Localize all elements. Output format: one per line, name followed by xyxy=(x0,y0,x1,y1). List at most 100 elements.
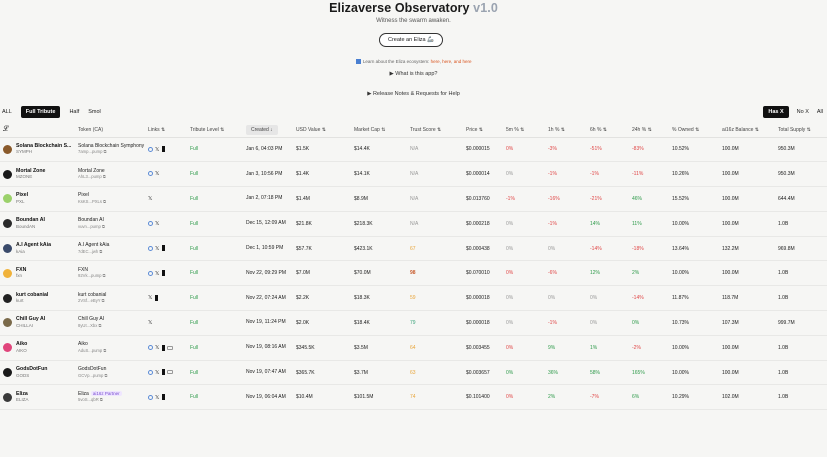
agent-cell[interactable]: kurt cobanial kurt xyxy=(0,285,78,312)
copy-icon[interactable]: ⧉ xyxy=(102,149,107,154)
filter-has-x[interactable]: Has X xyxy=(763,106,789,118)
website-icon[interactable] xyxy=(148,394,153,400)
eco-link-2[interactable]: here xyxy=(442,59,451,64)
filter-all[interactable]: ALL xyxy=(2,109,12,115)
copy-icon[interactable]: ⧉ xyxy=(102,273,106,278)
token-ca[interactable]: AduS...pump ⧉ xyxy=(78,348,148,355)
table-row[interactable]: Eliza ELIZA Eliza ai16z Partner 5voS...qbR ⧉… xyxy=(0,384,827,411)
agent-cell[interactable]: GodsDotFun GODS xyxy=(0,360,78,386)
column-header[interactable]: 1h % ⇅ xyxy=(548,124,590,138)
telegram-icon[interactable] xyxy=(162,344,166,351)
x-icon[interactable]: 𝕏 xyxy=(148,196,152,202)
copy-icon[interactable]: ⧉ xyxy=(97,323,101,328)
discord-icon[interactable] xyxy=(167,370,174,375)
create-eliza-button[interactable]: Create an Eliza 🦾 xyxy=(379,33,443,47)
token-ca[interactable]: 8yUt...Xbx ⧉ xyxy=(78,323,148,330)
what-is-toggle[interactable]: ▶ What is this app? xyxy=(0,71,827,77)
copy-icon[interactable]: ⧉ xyxy=(103,373,108,378)
agent-cell[interactable]: A.I Agent kAia kAia xyxy=(0,236,78,262)
agent-cell[interactable]: Chill Guy AI CHILLAI xyxy=(0,310,78,336)
token-ca[interactable]: vuvn...pump ⧉ xyxy=(78,224,148,231)
table-row[interactable]: kurt cobanial kurt kurt cobanial 2VSf...eBy… xyxy=(0,285,827,312)
x-icon[interactable]: 𝕏 xyxy=(148,295,152,301)
token-ca[interactable]: AhL3...pump ⧉ xyxy=(78,174,148,181)
token-ca-text[interactable]: AduS...pump xyxy=(78,348,102,353)
copy-icon[interactable]: ⧉ xyxy=(102,348,106,353)
website-icon[interactable] xyxy=(148,146,153,152)
telegram-icon[interactable] xyxy=(162,369,166,376)
token-ca[interactable]: KsKS...PXLs ⧉ xyxy=(78,199,148,206)
x-icon[interactable]: 𝕏 xyxy=(155,171,159,177)
token-ca[interactable]: 5voS...qbR ⧉ xyxy=(78,397,148,404)
x-icon[interactable]: 𝕏 xyxy=(155,370,159,376)
token-ca[interactable]: 92Vk...pump ⧉ xyxy=(78,273,148,280)
token-ca-text[interactable]: vuvn...pump xyxy=(78,224,101,229)
column-header[interactable]: Price ⇅ xyxy=(466,124,506,138)
token-ca-text[interactable]: 8yUt...Xbx xyxy=(78,323,97,328)
table-row[interactable]: Pixel PXL Pixel KsKS...PXLs ⧉ 𝕏 Full Jan 2, 07… xyxy=(0,186,827,212)
token-ca-text[interactable]: KsKS...PXLs xyxy=(78,199,102,204)
column-header[interactable]: Trust Score ⇅ xyxy=(410,124,466,138)
website-icon[interactable] xyxy=(148,220,153,226)
column-header[interactable]: 24h % ⇅ xyxy=(632,124,672,138)
agent-cell[interactable]: FXN fxn xyxy=(0,260,78,287)
table-row[interactable]: Solana Blockchain S... SYMPH Solana Blockc… xyxy=(0,137,827,163)
copy-icon[interactable]: ⧉ xyxy=(102,174,106,179)
x-icon[interactable]: 𝕏 xyxy=(155,271,159,277)
token-ca-text[interactable]: 5voS...qbR xyxy=(78,397,99,402)
table-row[interactable]: Boundan AI BoundAN Boundan AI vuvn...pump ⧉… xyxy=(0,211,827,237)
telegram-icon[interactable] xyxy=(162,394,166,401)
x-icon[interactable]: 𝕏 xyxy=(155,246,159,252)
column-header[interactable]: USD Value ⇅ xyxy=(296,124,354,138)
copy-icon[interactable]: ⧉ xyxy=(102,199,106,204)
table-row[interactable]: GodsDotFun GODS GodsDotFun GCVp...pump ⧉ 𝕏 Fu… xyxy=(0,360,827,386)
release-notes-toggle[interactable]: ▶ Release Notes & Requests for Help xyxy=(0,91,827,97)
website-icon[interactable] xyxy=(148,245,153,251)
x-icon[interactable]: 𝕏 xyxy=(155,147,159,153)
column-header[interactable]: Created ↓ xyxy=(246,124,296,138)
agent-cell[interactable]: Eliza ELIZA xyxy=(0,384,78,411)
agent-cell[interactable]: Boundan AI BoundAN xyxy=(0,211,78,237)
filter-no-x[interactable]: No X xyxy=(797,109,809,115)
column-header[interactable]: Market Cap ⇅ xyxy=(354,124,410,138)
token-ca-text[interactable]: AhL3...pump xyxy=(78,174,102,179)
token-ca[interactable]: 2VSf...eByY ⧉ xyxy=(78,298,148,305)
eco-link-3[interactable]: and here xyxy=(454,59,472,64)
token-ca-text[interactable]: 92Vk...pump xyxy=(78,273,102,278)
token-ca[interactable]: 7dEC...jwh ⧉ xyxy=(78,249,148,256)
website-icon[interactable] xyxy=(148,270,153,276)
website-icon[interactable] xyxy=(148,345,153,351)
x-icon[interactable]: 𝕏 xyxy=(148,320,152,326)
website-icon[interactable] xyxy=(148,369,153,375)
filter-smol[interactable]: Smol xyxy=(88,109,101,115)
token-ca[interactable]: 7amp...pump ⧉ xyxy=(78,149,148,156)
agent-cell[interactable]: Mortal Zone MZONE xyxy=(0,161,78,188)
token-ca-text[interactable]: 2VSf...eByY xyxy=(78,298,101,303)
agent-cell[interactable]: Pixel PXL xyxy=(0,186,78,212)
agent-cell[interactable]: Solana Blockchain S... SYMPH xyxy=(0,137,78,163)
x-icon[interactable]: 𝕏 xyxy=(155,395,159,401)
copy-icon[interactable]: ⧉ xyxy=(99,397,103,402)
agent-cell[interactable]: Aiko AIKO xyxy=(0,335,78,361)
table-row[interactable]: Mortal Zone MZONE Mortal Zone AhL3...pump ⧉… xyxy=(0,161,827,188)
telegram-icon[interactable] xyxy=(162,270,166,277)
table-row[interactable]: A.I Agent kAia kAia A.I Agent kAia 7dEC...j… xyxy=(0,236,827,262)
token-ca[interactable]: GCVp...pump ⧉ xyxy=(78,373,148,380)
column-header[interactable]: Total Supply ⇅ xyxy=(778,124,827,138)
copy-icon[interactable]: ⧉ xyxy=(101,224,105,229)
eco-link-1[interactable]: here xyxy=(431,59,440,64)
filter-all-x[interactable]: All xyxy=(817,109,823,115)
copy-icon[interactable]: ⧉ xyxy=(98,249,102,254)
telegram-icon[interactable] xyxy=(162,245,166,252)
website-icon[interactable] xyxy=(148,171,153,177)
table-row[interactable]: Chill Guy AI CHILLAI Chill Guy AI 8yUt...Xb… xyxy=(0,310,827,336)
column-header[interactable]: Token (CA) xyxy=(78,124,148,138)
column-header[interactable]: % Owned ⇅ xyxy=(672,124,722,138)
column-header[interactable]: ai16z Balance ⇅ xyxy=(722,124,778,138)
x-icon[interactable]: 𝕏 xyxy=(155,345,159,351)
x-icon[interactable]: 𝕏 xyxy=(155,221,159,227)
column-header[interactable]: 5m % ⇅ xyxy=(506,124,548,138)
copy-icon[interactable]: ⧉ xyxy=(101,298,105,303)
telegram-icon[interactable] xyxy=(162,146,166,153)
token-ca-text[interactable]: 7amp...pump xyxy=(78,149,102,154)
